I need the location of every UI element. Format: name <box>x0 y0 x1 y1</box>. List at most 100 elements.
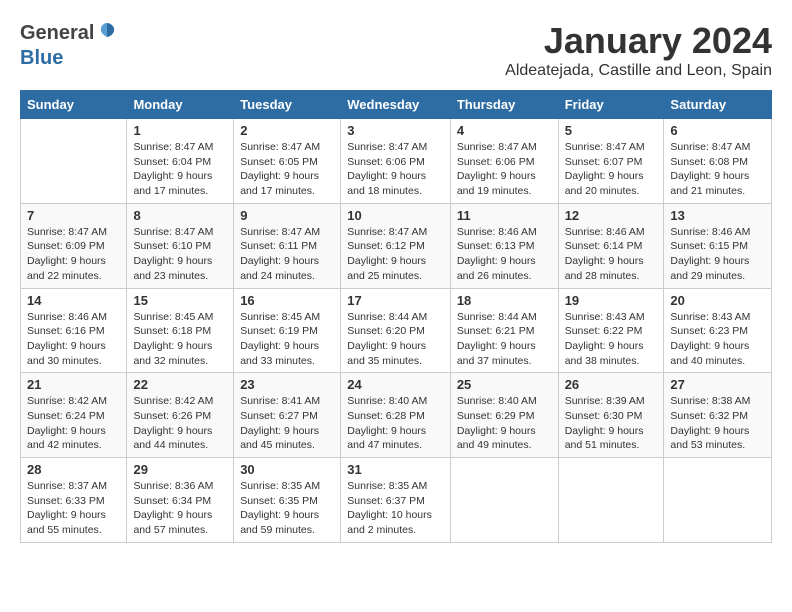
day-number: 17 <box>347 293 444 308</box>
day-info: Sunrise: 8:46 AM Sunset: 6:14 PM Dayligh… <box>565 225 658 284</box>
day-info: Sunrise: 8:47 AM Sunset: 6:04 PM Dayligh… <box>133 140 227 199</box>
day-info: Sunrise: 8:40 AM Sunset: 6:29 PM Dayligh… <box>457 394 552 453</box>
header-sunday: Sunday <box>21 91 127 119</box>
calendar-week-row: 28 Sunrise: 8:37 AM Sunset: 6:33 PM Dayli… <box>21 458 772 543</box>
calendar-cell: 14Sunrise: 8:46 AM Sunset: 6:16 PM Dayli… <box>21 288 127 373</box>
day-info: Sunrise: 8:47 AM Sunset: 6:08 PM Dayligh… <box>670 140 765 199</box>
day-info: Sunrise: 8:39 AM Sunset: 6:30 PM Dayligh… <box>565 394 658 453</box>
calendar-week-row: 1 Sunrise: 8:47 AM Sunset: 6:04 PM Daylig… <box>21 119 772 204</box>
calendar-cell: 13 Sunrise: 8:46 AM Sunset: 6:15 PM Dayli… <box>664 203 772 288</box>
day-info: Sunrise: 8:36 AM Sunset: 6:34 PM Dayligh… <box>133 479 227 538</box>
header-wednesday: Wednesday <box>341 91 451 119</box>
calendar-cell: 1 Sunrise: 8:47 AM Sunset: 6:04 PM Daylig… <box>127 119 234 204</box>
day-number: 10 <box>347 208 444 223</box>
day-number: 7 <box>27 208 120 223</box>
calendar-cell: 30 Sunrise: 8:35 AM Sunset: 6:35 PM Dayli… <box>234 458 341 543</box>
day-number: 30 <box>240 462 334 477</box>
day-info: Sunrise: 8:40 AM Sunset: 6:28 PM Dayligh… <box>347 394 444 453</box>
day-number: 21 <box>27 377 120 392</box>
day-number: 4 <box>457 123 552 138</box>
day-info: Sunrise: 8:47 AM Sunset: 6:07 PM Dayligh… <box>565 140 658 199</box>
calendar-table: Sunday Monday Tuesday Wednesday Thursday… <box>20 90 772 543</box>
calendar-cell <box>21 119 127 204</box>
logo-blue-text: Blue <box>20 47 63 69</box>
calendar-cell: 19Sunrise: 8:43 AM Sunset: 6:22 PM Dayli… <box>558 288 664 373</box>
calendar-cell: 27 Sunrise: 8:38 AM Sunset: 6:32 PM Dayli… <box>664 373 772 458</box>
calendar-cell: 31 Sunrise: 8:35 AM Sunset: 6:37 PM Dayli… <box>341 458 451 543</box>
title-area: January 2024 Aldeatejada, Castille and L… <box>505 20 772 80</box>
header-monday: Monday <box>127 91 234 119</box>
calendar-cell <box>664 458 772 543</box>
calendar-cell: 29 Sunrise: 8:36 AM Sunset: 6:34 PM Dayli… <box>127 458 234 543</box>
day-info: Sunrise: 8:37 AM Sunset: 6:33 PM Dayligh… <box>27 479 120 538</box>
calendar-cell: 24 Sunrise: 8:40 AM Sunset: 6:28 PM Dayli… <box>341 373 451 458</box>
day-info: Sunrise: 8:47 AM Sunset: 6:12 PM Dayligh… <box>347 225 444 284</box>
day-info: Sunrise: 8:42 AM Sunset: 6:24 PM Dayligh… <box>27 394 120 453</box>
day-number: 15 <box>133 293 227 308</box>
day-info: Sunrise: 8:47 AM Sunset: 6:05 PM Dayligh… <box>240 140 334 199</box>
calendar-cell: 15 Sunrise: 8:45 AM Sunset: 6:18 PM Dayli… <box>127 288 234 373</box>
calendar-cell: 20 Sunrise: 8:43 AM Sunset: 6:23 PM Dayli… <box>664 288 772 373</box>
day-info: Sunrise: 8:35 AM Sunset: 6:35 PM Dayligh… <box>240 479 334 538</box>
day-info: Sunrise: 8:45 AM Sunset: 6:19 PM Dayligh… <box>240 310 334 369</box>
logo-general-text: General <box>20 22 94 45</box>
calendar-cell: 25 Sunrise: 8:40 AM Sunset: 6:29 PM Dayli… <box>450 373 558 458</box>
day-number: 26 <box>565 377 658 392</box>
day-info: Sunrise: 8:43 AM Sunset: 6:23 PM Dayligh… <box>670 310 765 369</box>
logo-bird-icon <box>96 20 118 47</box>
day-number: 16 <box>240 293 334 308</box>
calendar-cell: 9Sunrise: 8:47 AM Sunset: 6:11 PM Daylig… <box>234 203 341 288</box>
day-info: Sunrise: 8:44 AM Sunset: 6:20 PM Dayligh… <box>347 310 444 369</box>
day-number: 3 <box>347 123 444 138</box>
day-number: 5 <box>565 123 658 138</box>
calendar-cell: 22 Sunrise: 8:42 AM Sunset: 6:26 PM Dayli… <box>127 373 234 458</box>
calendar-cell: 26 Sunrise: 8:39 AM Sunset: 6:30 PM Dayli… <box>558 373 664 458</box>
day-number: 6 <box>670 123 765 138</box>
header-thursday: Thursday <box>450 91 558 119</box>
day-info: Sunrise: 8:47 AM Sunset: 6:11 PM Dayligh… <box>240 225 334 284</box>
calendar-cell: 21 Sunrise: 8:42 AM Sunset: 6:24 PM Dayli… <box>21 373 127 458</box>
day-number: 1 <box>133 123 227 138</box>
day-number: 22 <box>133 377 227 392</box>
day-info: Sunrise: 8:47 AM Sunset: 6:09 PM Dayligh… <box>27 225 120 284</box>
day-info: Sunrise: 8:41 AM Sunset: 6:27 PM Dayligh… <box>240 394 334 453</box>
day-info: Sunrise: 8:47 AM Sunset: 6:06 PM Dayligh… <box>347 140 444 199</box>
day-number: 2 <box>240 123 334 138</box>
day-number: 24 <box>347 377 444 392</box>
day-info: Sunrise: 8:42 AM Sunset: 6:26 PM Dayligh… <box>133 394 227 453</box>
day-info: Sunrise: 8:44 AM Sunset: 6:21 PM Dayligh… <box>457 310 552 369</box>
calendar-cell: 17 Sunrise: 8:44 AM Sunset: 6:20 PM Dayli… <box>341 288 451 373</box>
day-number: 28 <box>27 462 120 477</box>
day-number: 8 <box>133 208 227 223</box>
day-number: 13 <box>670 208 765 223</box>
day-info: Sunrise: 8:47 AM Sunset: 6:06 PM Dayligh… <box>457 140 552 199</box>
day-number: 18 <box>457 293 552 308</box>
calendar-cell: 2 Sunrise: 8:47 AM Sunset: 6:05 PM Daylig… <box>234 119 341 204</box>
day-info: Sunrise: 8:46 AM Sunset: 6:16 PM Dayligh… <box>27 310 120 369</box>
calendar-week-row: 14Sunrise: 8:46 AM Sunset: 6:16 PM Dayli… <box>21 288 772 373</box>
logo: General Blue <box>20 20 118 70</box>
calendar-cell: 3 Sunrise: 8:47 AM Sunset: 6:06 PM Daylig… <box>341 119 451 204</box>
day-number: 12 <box>565 208 658 223</box>
day-number: 25 <box>457 377 552 392</box>
day-number: 31 <box>347 462 444 477</box>
day-number: 29 <box>133 462 227 477</box>
calendar-cell: 28 Sunrise: 8:37 AM Sunset: 6:33 PM Dayli… <box>21 458 127 543</box>
day-number: 19 <box>565 293 658 308</box>
calendar-cell: 10 Sunrise: 8:47 AM Sunset: 6:12 PM Dayli… <box>341 203 451 288</box>
day-info: Sunrise: 8:38 AM Sunset: 6:32 PM Dayligh… <box>670 394 765 453</box>
calendar-cell: 23 Sunrise: 8:41 AM Sunset: 6:27 PM Dayli… <box>234 373 341 458</box>
header-tuesday: Tuesday <box>234 91 341 119</box>
calendar-week-row: 21 Sunrise: 8:42 AM Sunset: 6:24 PM Dayli… <box>21 373 772 458</box>
calendar-cell <box>558 458 664 543</box>
calendar-cell: 4 Sunrise: 8:47 AM Sunset: 6:06 PM Daylig… <box>450 119 558 204</box>
day-number: 27 <box>670 377 765 392</box>
calendar-cell: 6 Sunrise: 8:47 AM Sunset: 6:08 PM Daylig… <box>664 119 772 204</box>
day-info: Sunrise: 8:45 AM Sunset: 6:18 PM Dayligh… <box>133 310 227 369</box>
day-number: 11 <box>457 208 552 223</box>
day-number: 20 <box>670 293 765 308</box>
day-info: Sunrise: 8:35 AM Sunset: 6:37 PM Dayligh… <box>347 479 444 538</box>
calendar-cell <box>450 458 558 543</box>
day-info: Sunrise: 8:46 AM Sunset: 6:15 PM Dayligh… <box>670 225 765 284</box>
day-number: 23 <box>240 377 334 392</box>
